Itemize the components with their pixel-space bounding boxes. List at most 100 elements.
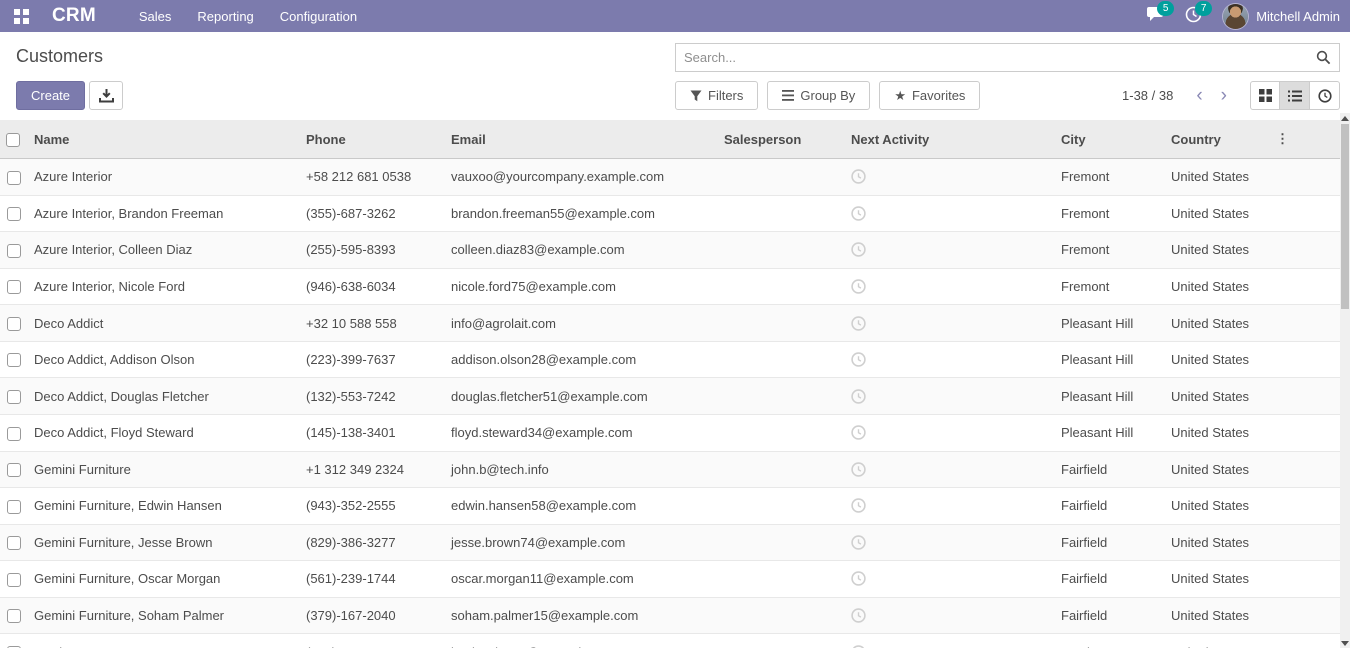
cell-next-activity[interactable] xyxy=(845,414,1055,451)
cell-salesperson[interactable] xyxy=(718,195,845,232)
table-row[interactable]: Azure Interior +58 212 681 0538 vauxoo@y… xyxy=(0,159,1340,196)
cell-next-activity[interactable] xyxy=(845,378,1055,415)
cell-salesperson[interactable] xyxy=(718,378,845,415)
row-checkbox[interactable] xyxy=(7,317,21,331)
cell-next-activity[interactable] xyxy=(845,561,1055,598)
activity-clock-icon[interactable] xyxy=(851,279,1049,294)
select-all-checkbox[interactable] xyxy=(6,133,20,147)
row-checkbox[interactable] xyxy=(7,427,21,441)
row-checkbox[interactable] xyxy=(7,171,21,185)
cell-phone[interactable]: (255)-595-8393 xyxy=(300,232,445,269)
cell-city[interactable]: Fremont xyxy=(1055,159,1165,196)
cell-city[interactable]: Pleasant Hill xyxy=(1055,414,1165,451)
cell-name[interactable]: Gemini Furniture xyxy=(28,451,300,488)
list-view-button[interactable] xyxy=(1280,81,1310,110)
create-button[interactable]: Create xyxy=(16,81,85,110)
row-checkbox[interactable] xyxy=(7,609,21,623)
cell-name[interactable]: Gemini Furniture, Edwin Hansen xyxy=(28,488,300,525)
cell-name[interactable]: Gemini Furniture, Jesse Brown xyxy=(28,524,300,561)
cell-salesperson[interactable] xyxy=(718,597,845,634)
cell-city[interactable]: Fairfield xyxy=(1055,561,1165,598)
cell-next-activity[interactable] xyxy=(845,634,1055,648)
cell-email[interactable]: edwin.hansen58@example.com xyxy=(445,488,718,525)
cell-country[interactable]: United States xyxy=(1165,488,1270,525)
cell-country[interactable]: United States xyxy=(1165,634,1270,648)
scroll-up-icon[interactable] xyxy=(1340,113,1350,123)
cell-phone[interactable]: +32 10 588 558 xyxy=(300,305,445,342)
messages-button[interactable]: 5 xyxy=(1147,6,1167,26)
cell-country[interactable]: United States xyxy=(1165,159,1270,196)
cell-next-activity[interactable] xyxy=(845,341,1055,378)
column-header-phone[interactable]: Phone xyxy=(300,120,445,159)
activity-clock-icon[interactable] xyxy=(851,206,1049,221)
column-header-salesperson[interactable]: Salesperson xyxy=(718,120,845,159)
group-by-button[interactable]: Group By xyxy=(767,81,870,110)
cell-name[interactable]: Azure Interior, Brandon Freeman xyxy=(28,195,300,232)
activity-clock-icon[interactable] xyxy=(851,352,1049,367)
menu-configuration[interactable]: Configuration xyxy=(267,0,370,32)
pager-previous-icon[interactable]: ‹ xyxy=(1187,86,1211,105)
activity-clock-icon[interactable] xyxy=(851,498,1049,513)
pager-next-icon[interactable]: › xyxy=(1212,86,1236,105)
scrollbar-thumb[interactable] xyxy=(1341,124,1349,309)
optional-columns-toggle-icon[interactable]: ⋮ xyxy=(1270,120,1340,159)
activity-clock-icon[interactable] xyxy=(851,608,1049,623)
table-row[interactable]: Azure Interior, Brandon Freeman (355)-68… xyxy=(0,195,1340,232)
cell-country[interactable]: United States xyxy=(1165,305,1270,342)
table-row[interactable]: Deco Addict, Addison Olson (223)-399-763… xyxy=(0,341,1340,378)
kanban-view-button[interactable] xyxy=(1250,81,1280,110)
cell-next-activity[interactable] xyxy=(845,268,1055,305)
cell-phone[interactable]: (355)-687-3262 xyxy=(300,195,445,232)
cell-city[interactable]: Fairfield xyxy=(1055,524,1165,561)
row-checkbox[interactable] xyxy=(7,536,21,550)
row-checkbox[interactable] xyxy=(7,573,21,587)
cell-next-activity[interactable] xyxy=(845,232,1055,269)
table-row[interactable]: Gemini Furniture, Soham Palmer (379)-167… xyxy=(0,597,1340,634)
column-header-name[interactable]: Name xyxy=(28,120,300,159)
cell-name[interactable]: Azure Interior xyxy=(28,159,300,196)
activity-clock-icon[interactable] xyxy=(851,316,1049,331)
row-checkbox[interactable] xyxy=(7,463,21,477)
cell-email[interactable]: floyd.steward34@example.com xyxy=(445,414,718,451)
cell-email[interactable]: colleen.diaz83@example.com xyxy=(445,232,718,269)
activity-clock-icon[interactable] xyxy=(851,645,1049,648)
cell-salesperson[interactable] xyxy=(718,414,845,451)
table-row[interactable]: Gemini Furniture +1 312 349 2324 john.b@… xyxy=(0,451,1340,488)
activity-clock-icon[interactable] xyxy=(851,242,1049,257)
cell-salesperson[interactable] xyxy=(718,488,845,525)
cell-phone[interactable]: (829)-386-3277 xyxy=(300,524,445,561)
activity-clock-icon[interactable] xyxy=(851,169,1049,184)
cell-next-activity[interactable] xyxy=(845,488,1055,525)
cell-phone[interactable]: (828)-316-0593 xyxy=(300,634,445,648)
cell-email[interactable]: brandon.freeman55@example.com xyxy=(445,195,718,232)
cell-country[interactable]: United States xyxy=(1165,378,1270,415)
row-checkbox[interactable] xyxy=(7,207,21,221)
cell-country[interactable]: United States xyxy=(1165,524,1270,561)
menu-sales[interactable]: Sales xyxy=(126,0,185,32)
cell-email[interactable]: john.b@tech.info xyxy=(445,451,718,488)
app-brand[interactable]: CRM xyxy=(52,5,96,27)
cell-name[interactable]: Azure Interior, Colleen Diaz xyxy=(28,232,300,269)
cell-email[interactable]: addison.olson28@example.com xyxy=(445,341,718,378)
cell-salesperson[interactable] xyxy=(718,305,845,342)
search-input[interactable] xyxy=(676,50,1308,65)
row-checkbox[interactable] xyxy=(7,500,21,514)
activity-view-button[interactable] xyxy=(1310,81,1340,110)
cell-country[interactable]: United States xyxy=(1165,561,1270,598)
cell-email[interactable]: jesse.brown74@example.com xyxy=(445,524,718,561)
cell-next-activity[interactable] xyxy=(845,451,1055,488)
cell-city[interactable]: Pleasant Hill xyxy=(1055,341,1165,378)
user-menu[interactable]: Mitchell Admin xyxy=(1223,4,1340,29)
cell-city[interactable]: Fremont xyxy=(1055,232,1165,269)
cell-salesperson[interactable] xyxy=(718,524,845,561)
cell-salesperson[interactable] xyxy=(718,634,845,648)
cell-salesperson[interactable] xyxy=(718,451,845,488)
cell-email[interactable]: vauxoo@yourcompany.example.com xyxy=(445,159,718,196)
cell-city[interactable]: Fairfield xyxy=(1055,488,1165,525)
cell-city[interactable]: Fairfield xyxy=(1055,597,1165,634)
row-checkbox[interactable] xyxy=(7,280,21,294)
vertical-scrollbar[interactable] xyxy=(1340,113,1350,648)
row-checkbox[interactable] xyxy=(7,390,21,404)
cell-name[interactable]: Gemini Furniture, Soham Palmer xyxy=(28,597,300,634)
cell-email[interactable]: oscar.morgan11@example.com xyxy=(445,561,718,598)
